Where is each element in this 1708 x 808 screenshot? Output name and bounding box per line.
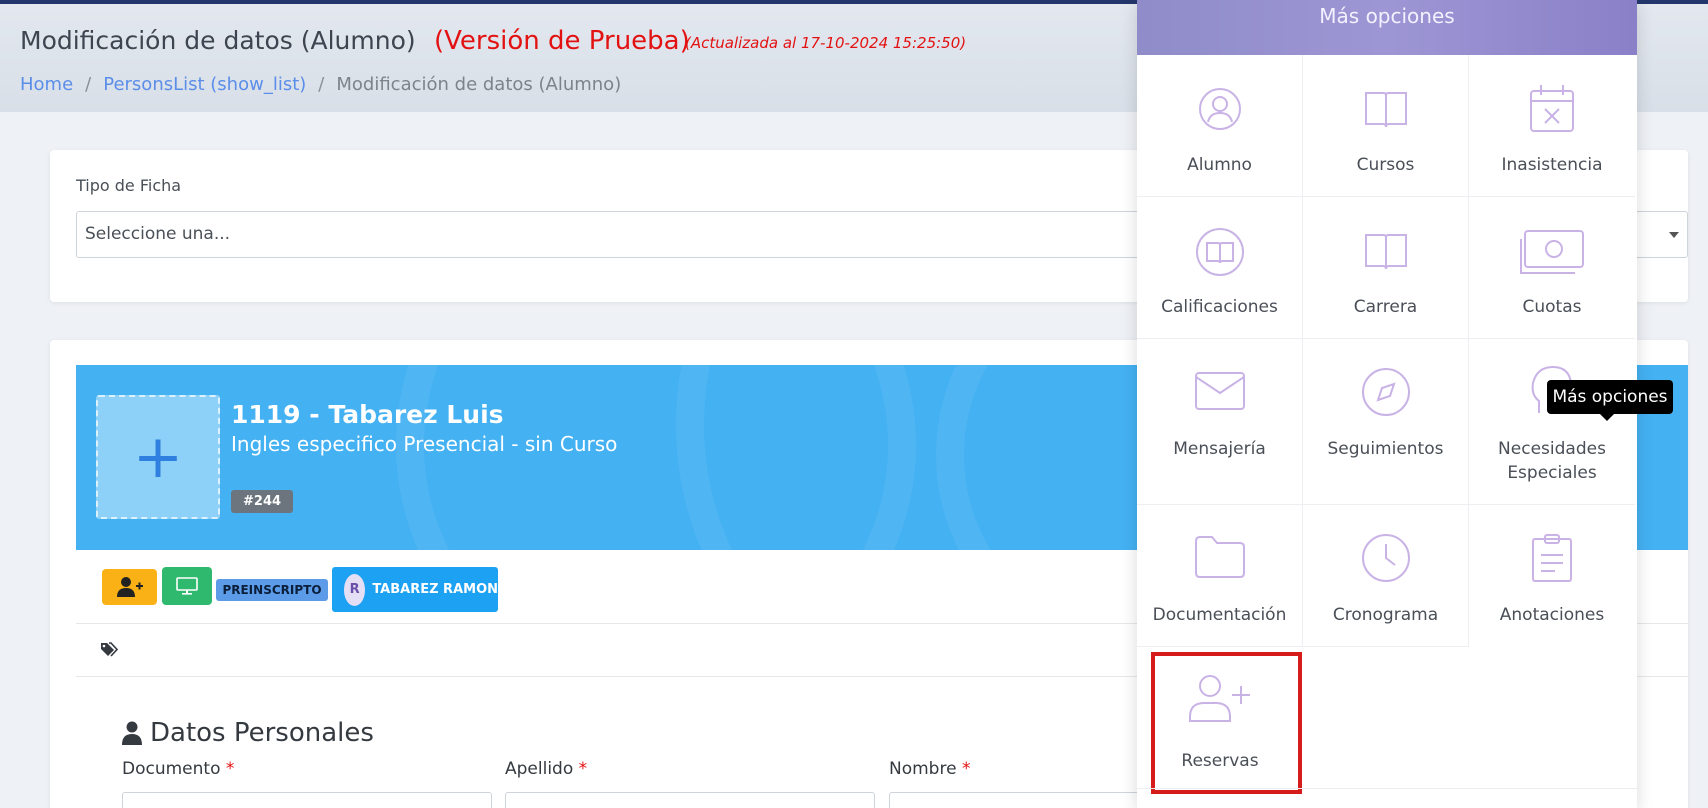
menu-item-necesidades-especiales[interactable]: Necesidades Especiales [1469, 339, 1635, 505]
updated-label: (Actualizada al 17-10-2024 15:25:50) [685, 34, 967, 52]
menu-title: Más opciones [1319, 4, 1455, 28]
monitor-icon [176, 577, 198, 595]
required-mark: * [578, 759, 588, 779]
menu-item-cronograma[interactable]: Cronograma [1303, 505, 1469, 647]
relative-name: TABAREZ RAMON [372, 582, 498, 597]
section-title-text: Datos Personales [150, 718, 374, 748]
menu-item-mensajeria[interactable]: Mensajería [1137, 339, 1303, 505]
compass-icon [1361, 368, 1410, 416]
documento-label: Documento * [122, 759, 234, 779]
add-user-button[interactable] [102, 569, 157, 605]
tooltip: Más opciones [1547, 380, 1673, 414]
menu-item-label: Cursos [1356, 155, 1415, 175]
plus-icon: + [132, 422, 184, 492]
nombre-input[interactable] [889, 792, 1149, 808]
menu-item-label: Documentación [1152, 605, 1287, 625]
menu-divider [1137, 788, 1637, 789]
student-name: 1119 - Tabarez Luis [231, 400, 504, 429]
menu-item-label: Inasistencia [1501, 155, 1603, 175]
test-version-label: (Versión de Prueba) [434, 26, 690, 56]
avatar: R [344, 573, 366, 606]
menu-item-inasistencia[interactable]: Inasistencia [1469, 55, 1635, 197]
nombre-label-text: Nombre [889, 759, 957, 779]
section-title: Datos Personales [122, 718, 374, 748]
required-mark: * [225, 759, 235, 779]
clipboard-icon [1532, 534, 1572, 582]
menu-item-label: Anotaciones [1499, 605, 1605, 625]
book-open-icon [1364, 92, 1407, 128]
menu-item-label: Carrera [1353, 297, 1418, 317]
book-icon [1364, 234, 1407, 270]
apellido-label-text: Apellido [505, 759, 574, 779]
apellido-input[interactable] [505, 792, 875, 808]
breadcrumb-home[interactable]: Home [20, 74, 73, 95]
tags-icon[interactable] [100, 642, 118, 658]
menu-item-carrera[interactable]: Carrera [1303, 197, 1469, 339]
nombre-label: Nombre * [889, 759, 970, 779]
menu-header: Más opciones [1137, 0, 1637, 55]
documento-label-text: Documento [122, 759, 221, 779]
book-circle-icon [1195, 228, 1244, 276]
student-course: Ingles especifico Presencial - sin Curso [231, 432, 618, 456]
clock-icon [1361, 534, 1410, 582]
relative-button[interactable]: R TABAREZ RAMON [332, 567, 498, 612]
menu-item-label: Seguimientos [1327, 439, 1444, 459]
required-mark: * [961, 759, 971, 779]
menu-item-cursos[interactable]: Cursos [1303, 55, 1469, 197]
breadcrumb-separator: / [318, 74, 325, 95]
menu-item-label: Cuotas [1522, 297, 1582, 317]
page-title: Modificación de datos (Alumno) [20, 26, 416, 55]
monitor-button[interactable] [162, 567, 212, 605]
breadcrumb: Home / PersonsList (show_list) / Modific… [20, 74, 621, 95]
apellido-label: Apellido * [505, 759, 587, 779]
menu-item-alumno[interactable]: Alumno [1137, 55, 1303, 197]
user-icon [122, 721, 142, 745]
breadcrumb-current: Modificación de datos (Alumno) [336, 74, 622, 95]
documento-input[interactable] [122, 792, 492, 808]
calendar-x-icon [1530, 85, 1574, 132]
menu-item-label: Necesidades Especiales [1498, 439, 1606, 483]
caret-down-icon [1669, 232, 1679, 238]
user-plus-icon [116, 577, 143, 597]
menu-item-label: Mensajería [1173, 439, 1266, 459]
menu-item-seguimientos[interactable]: Seguimientos [1303, 339, 1469, 505]
menu-item-documentacion[interactable]: Documentación [1137, 505, 1303, 647]
money-icon [1520, 230, 1584, 274]
breadcrumb-separator: / [85, 74, 92, 95]
menu-item-anotaciones[interactable]: Anotaciones [1469, 505, 1635, 647]
user-circle-icon [1198, 88, 1241, 130]
status-badge: PREINSCRIPTO [216, 579, 328, 601]
selection-highlight [1151, 652, 1302, 794]
menu-item-label: Calificaciones [1161, 297, 1278, 317]
menu-item-label: Alumno [1187, 155, 1252, 175]
menu-item-label: Cronograma [1332, 605, 1439, 625]
menu-item-cuotas[interactable]: Cuotas [1469, 197, 1635, 339]
tipo-ficha-value: Seleccione una... [85, 224, 231, 244]
student-id-badge: #244 [231, 490, 294, 513]
breadcrumb-persons-list[interactable]: PersonsList (show_list) [103, 74, 306, 95]
menu-item-calificaciones[interactable]: Calificaciones [1137, 197, 1303, 339]
envelope-icon [1194, 372, 1245, 410]
tooltip-arrow [1600, 414, 1614, 421]
photo-upload[interactable]: + [96, 395, 220, 519]
tipo-ficha-label: Tipo de Ficha [76, 176, 182, 195]
folder-icon [1194, 536, 1245, 578]
